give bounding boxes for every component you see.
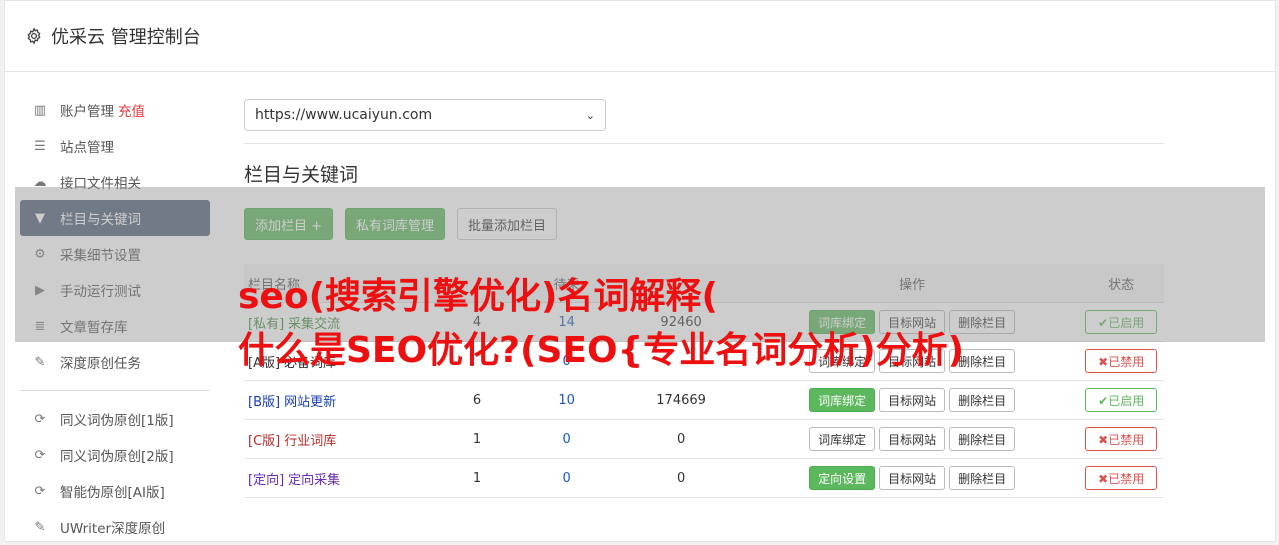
sidebar-item-label: UWriter深度原创: [60, 521, 166, 537]
section-title: 栏目与关键词: [244, 164, 359, 186]
app-title: 优采云 管理控制台: [51, 27, 201, 48]
row-name-cell[interactable]: [C版] 行业词库: [244, 430, 437, 449]
row-pending[interactable]: 0: [517, 432, 617, 447]
table-row: [C版] 行业词库 1 0 0 词库绑定 目标网站 删除栏目 ✖已禁用: [244, 420, 1164, 459]
sidebar-item-label: 站点管理: [60, 140, 114, 156]
lexicon-bind-button[interactable]: 词库绑定: [809, 427, 876, 451]
row-pending[interactable]: 0: [517, 471, 617, 486]
lexicon-bind-button[interactable]: 定向设置: [809, 466, 876, 490]
sidebar-item-uwriter[interactable]: ✎ UWriter深度原创: [20, 509, 210, 545]
sidebar-item-deep-original[interactable]: ✎ 深度原创任务: [20, 344, 210, 380]
overlay-line-2: 什么是SEO优化?(SEO{专业名词分析)分析): [238, 330, 965, 371]
refresh-icon: ⟳: [34, 411, 46, 427]
divider: [244, 143, 1164, 144]
sidebar-item-label: 智能伪原创[AI版]: [60, 485, 165, 501]
row-status: ✖已禁用: [1078, 466, 1164, 490]
edit-icon: ✎: [34, 519, 46, 535]
row-tag: [C版]: [248, 433, 281, 449]
row-status: ✖已禁用: [1078, 427, 1164, 451]
refresh-icon: ⟳: [34, 447, 46, 463]
row-actions: 词库绑定 目标网站 删除栏目: [746, 388, 1079, 412]
sidebar-item-synonym-2[interactable]: ⟳ 同义词伪原创[2版]: [20, 437, 210, 473]
row-col2: 1: [472, 470, 482, 486]
recharge-link[interactable]: 充值: [118, 100, 145, 120]
sidebar-item-label: 同义词伪原创[1版]: [60, 413, 174, 429]
delete-column-button[interactable]: 删除栏目: [949, 427, 1016, 451]
chevron-down-icon: ⌄: [585, 108, 595, 122]
server-icon: ☰: [34, 138, 46, 154]
row-status: ✔已启用: [1078, 388, 1164, 412]
row-name: 行业词库: [284, 433, 337, 449]
delete-column-button[interactable]: 删除栏目: [949, 466, 1016, 490]
sidebar-item-synonym-1[interactable]: ⟳ 同义词伪原创[1版]: [20, 401, 210, 437]
status-toggle[interactable]: ✔已启用: [1085, 388, 1158, 412]
edit-icon: ✎: [34, 354, 46, 370]
row-col4: 0: [676, 470, 686, 486]
gear-icon: [27, 27, 41, 45]
sidebar-item-label: 深度原创任务: [60, 356, 141, 372]
row-name: 网站更新: [284, 394, 337, 410]
row-pending[interactable]: 10: [517, 393, 617, 408]
target-site-button[interactable]: 目标网站: [879, 466, 946, 490]
row-col2: 6: [472, 392, 482, 408]
sidebar-item-ai-rewrite[interactable]: ⟳ 智能伪原创[AI版]: [20, 473, 210, 509]
overlay-caption: seo(搜索引擎优化)名词解释( 什么是SEO优化?(SEO{专业名词分析)分析…: [238, 270, 964, 378]
row-name-cell[interactable]: [定向] 定向采集: [244, 469, 437, 488]
row-tag: [定向]: [248, 472, 285, 488]
target-site-button[interactable]: 目标网站: [879, 427, 946, 451]
overlay-line-1: seo(搜索引擎优化)名词解释(: [238, 276, 718, 317]
app-header: 优采云 管理控制台: [5, 1, 1275, 72]
row-actions: 定向设置 目标网站 删除栏目: [746, 466, 1079, 490]
status-toggle[interactable]: ✖已禁用: [1085, 466, 1158, 490]
site-select-value: https://www.ucaiyun.com: [255, 107, 433, 123]
row-col4: 0: [676, 431, 686, 447]
sidebar-item-account[interactable]: ▥ 账户管理 充值: [20, 92, 210, 128]
status-toggle[interactable]: ✖已禁用: [1085, 427, 1158, 451]
row-name: 定向采集: [288, 472, 341, 488]
target-site-button[interactable]: 目标网站: [879, 388, 946, 412]
sidebar-item-label: 账户管理: [60, 104, 114, 120]
table-row: [B版] 网站更新 6 10 174669 词库绑定 目标网站 删除栏目 ✔已启用: [244, 381, 1164, 420]
row-col2: 1: [472, 431, 482, 447]
row-tag: [B版]: [248, 394, 281, 410]
table-row: [定向] 定向采集 1 0 0 定向设置 目标网站 删除栏目 ✖已禁用: [244, 459, 1164, 498]
sidebar-item-label: 同义词伪原创[2版]: [60, 449, 174, 465]
row-status: ✖已禁用: [1078, 349, 1164, 373]
delete-column-button[interactable]: 删除栏目: [949, 388, 1016, 412]
row-name-cell[interactable]: [B版] 网站更新: [244, 391, 437, 410]
row-col4: 174669: [656, 392, 706, 408]
row-actions: 词库绑定 目标网站 删除栏目: [746, 427, 1079, 451]
sidebar-item-sites[interactable]: ☰ 站点管理: [20, 128, 210, 164]
bar-chart-icon: ▥: [33, 102, 47, 118]
lexicon-bind-button[interactable]: 词库绑定: [809, 388, 876, 412]
status-toggle[interactable]: ✖已禁用: [1085, 349, 1158, 373]
refresh-icon: ⟳: [34, 483, 46, 499]
sidebar-divider: [20, 390, 210, 391]
site-select[interactable]: https://www.ucaiyun.com ⌄: [244, 99, 606, 131]
